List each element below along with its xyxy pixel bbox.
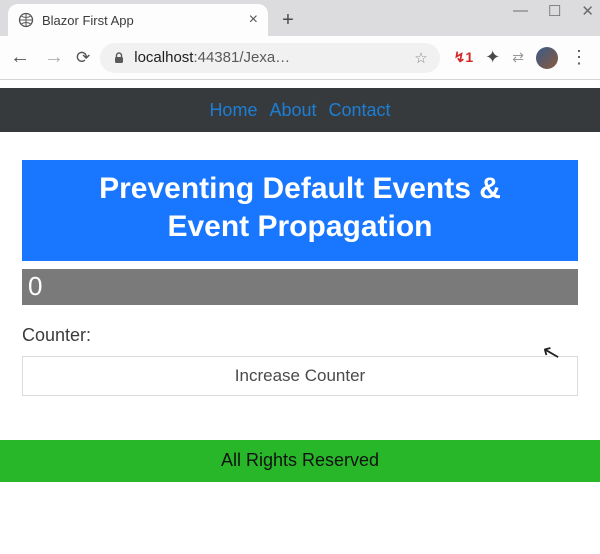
extensions-icon[interactable]: ✦: [485, 47, 500, 68]
browser-titlebar: Blazor First App × + — ☐ ✕: [0, 0, 600, 36]
nav-link-contact[interactable]: Contact: [326, 100, 394, 121]
new-tab-button[interactable]: +: [274, 6, 302, 34]
forward-button[interactable]: →: [42, 46, 66, 69]
nav-link-about[interactable]: About: [266, 100, 319, 121]
browser-tab[interactable]: Blazor First App ×: [8, 4, 268, 36]
nav-link-home[interactable]: Home: [206, 100, 260, 121]
profile-avatar[interactable]: [536, 47, 558, 69]
globe-icon: [18, 12, 34, 28]
extension-settings-icon[interactable]: ⇄: [512, 49, 524, 66]
address-text: localhost:44381/Jexa…: [134, 49, 290, 66]
star-icon[interactable]: ☆: [414, 49, 427, 67]
address-path: :44381/Jexa…: [193, 49, 290, 66]
tab-title: Blazor First App: [42, 13, 134, 28]
increase-counter-button[interactable]: Increase Counter: [22, 356, 578, 396]
window-maximize-icon[interactable]: ☐: [548, 2, 561, 20]
page-heading: Preventing Default Events & Event Propag…: [22, 160, 578, 261]
site-footer: All Rights Reserved: [0, 440, 600, 482]
site-navbar: Home About Contact: [0, 88, 600, 132]
browser-toolbar: ← → ⟳ localhost:44381/Jexa… ☆ ↯1 ✦ ⇄ ⋮: [0, 36, 600, 80]
heading-line1: Preventing Default Events &: [28, 170, 572, 208]
extension-adblock-icon[interactable]: ↯1: [454, 49, 474, 66]
reload-button[interactable]: ⟳: [76, 48, 90, 68]
page-content: Preventing Default Events & Event Propag…: [0, 132, 600, 396]
chrome-menu-icon[interactable]: ⋮: [570, 47, 588, 68]
back-button[interactable]: ←: [8, 46, 32, 69]
heading-line2: Event Propagation: [28, 208, 572, 246]
counter-input[interactable]: [22, 269, 578, 305]
window-minimize-icon[interactable]: —: [513, 2, 528, 20]
address-host: localhost: [134, 49, 193, 66]
tab-close-icon[interactable]: ×: [249, 11, 258, 29]
extension-icons: ↯1 ✦ ⇄ ⋮: [450, 47, 592, 69]
window-close-icon[interactable]: ✕: [581, 2, 594, 20]
address-bar[interactable]: localhost:44381/Jexa… ☆: [100, 43, 439, 73]
footer-text: All Rights Reserved: [221, 450, 379, 471]
page-viewport: Home About Contact Preventing Default Ev…: [0, 80, 600, 554]
lock-icon: [112, 51, 126, 65]
counter-label: Counter:: [22, 325, 578, 346]
